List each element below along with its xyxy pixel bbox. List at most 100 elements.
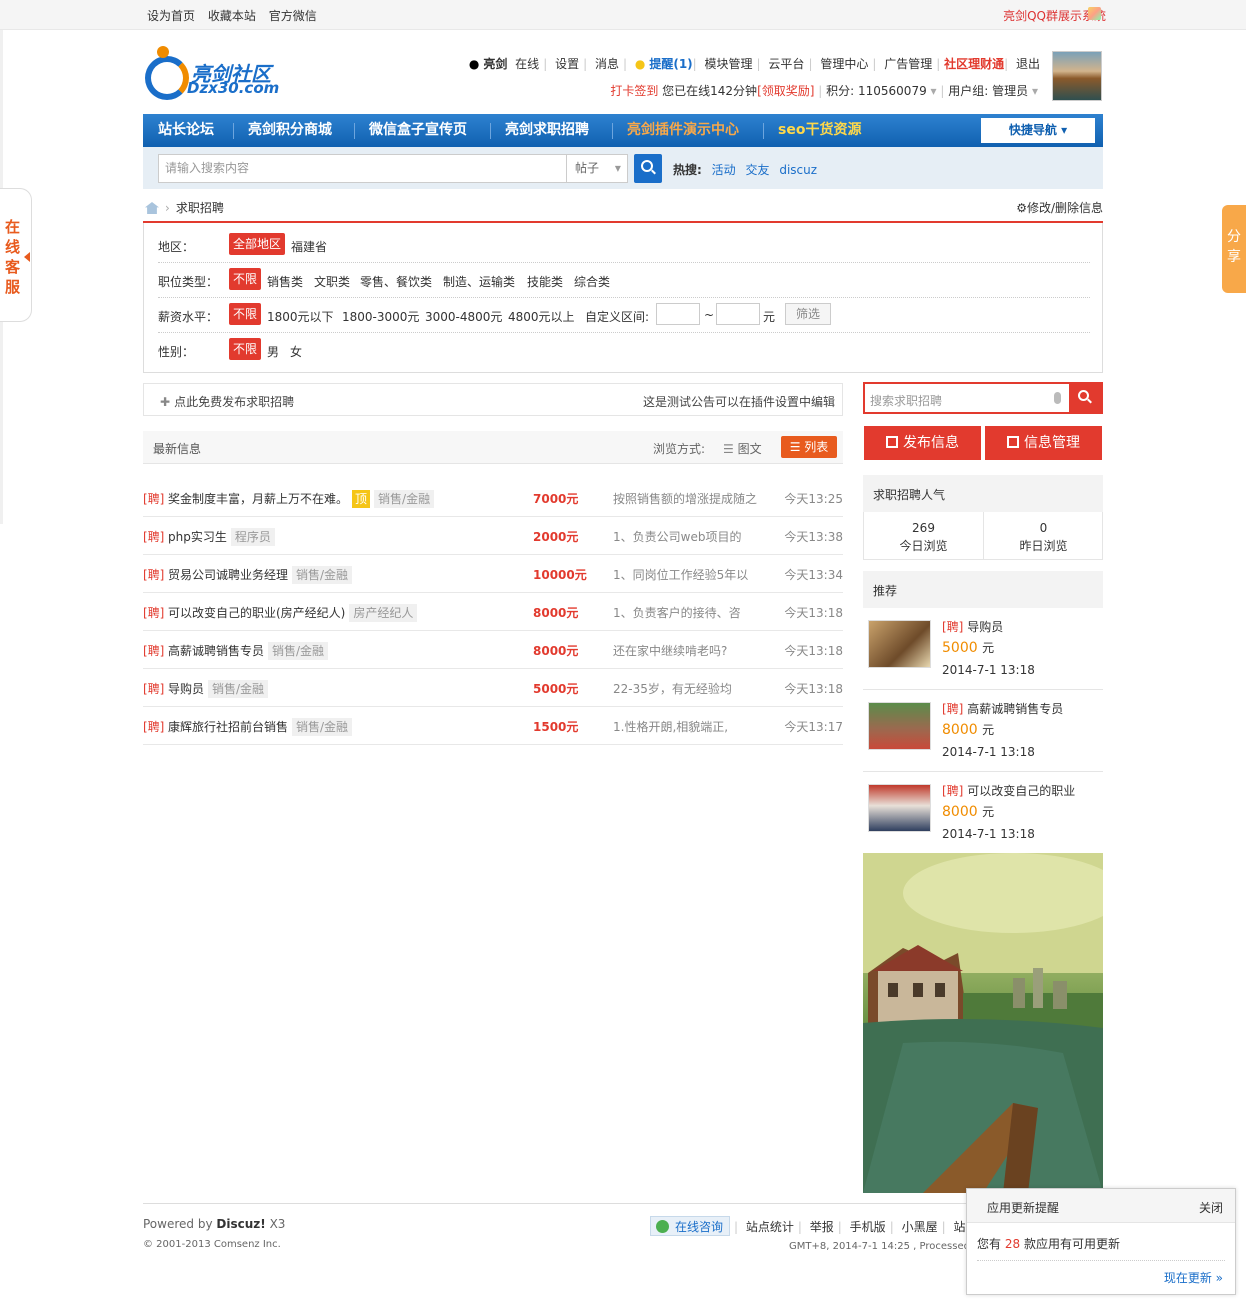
grid-view-button[interactable]: ☰ 图文 <box>723 440 762 457</box>
share-tab[interactable]: 分享 <box>1222 205 1246 293</box>
thumbnail[interactable] <box>868 784 931 832</box>
footer-link[interactable]: 小黑屋 <box>902 1220 938 1234</box>
breadcrumb-current[interactable]: 求职招聘 <box>176 201 224 215</box>
ad-banner-image[interactable] <box>863 853 1103 1193</box>
points-chevron-icon[interactable]: ▾ <box>931 84 937 98</box>
search-input[interactable]: 请输入搜索内容 <box>158 154 628 183</box>
update-now-link[interactable]: 现在更新 » <box>1164 1269 1223 1286</box>
nav-item-seo[interactable]: seo干货资源 <box>778 114 861 147</box>
nav-item-jobs[interactable]: 亮剑求职招聘 <box>505 114 589 147</box>
job-search-input[interactable]: 搜索求职招聘 <box>863 382 1103 414</box>
table-row[interactable]: [聘] 康辉旅行社招前台销售 销售/金融 1500元 1.性格开朗,相貌端正, 今… <box>143 707 843 745</box>
table-row[interactable]: [聘] 高薪诚聘销售专员 销售/金融 8000元 还在家中继续啃老吗? 今天13:… <box>143 631 843 669</box>
footer-link[interactable]: 举报 <box>810 1220 834 1234</box>
category-tag[interactable]: 销售/金融 <box>374 490 435 508</box>
discuz-link[interactable]: Discuz! <box>216 1217 265 1231</box>
list-item[interactable]: [聘] 导购员 5000 元 2014-7-1 13:18 <box>863 608 1103 690</box>
footer-link[interactable]: 站点统计 <box>746 1220 794 1234</box>
filter-option[interactable]: 4800元以上 <box>508 308 575 325</box>
home-icon[interactable] <box>145 202 159 214</box>
table-row[interactable]: [聘] 导购员 销售/金融 5000元 22-35岁，有无经验均 今天13:18 <box>143 669 843 707</box>
thumbnail[interactable] <box>868 620 931 668</box>
thumbnail[interactable] <box>868 702 931 750</box>
list-item[interactable]: [聘] 可以改变自己的职业 8000 元 2014-7-1 13:18 <box>863 772 1103 854</box>
job-search-button[interactable] <box>1069 384 1101 412</box>
filter-option[interactable]: 福建省 <box>291 238 327 255</box>
avatar[interactable] <box>1052 51 1102 101</box>
recommend-title-link[interactable]: 高薪诚聘销售专员 <box>967 702 1063 716</box>
remind-link[interactable]: 提醒(1) <box>649 57 692 71</box>
manage-info-button[interactable]: 信息管理 <box>985 426 1102 460</box>
filter-option[interactable]: 零售、餐饮类 <box>360 273 432 290</box>
salary-max-input[interactable] <box>716 303 760 325</box>
filter-option[interactable]: 1800元以下 <box>267 308 334 325</box>
filter-button[interactable]: 筛选 <box>785 303 831 325</box>
category-tag[interactable]: 程序员 <box>230 528 275 546</box>
filter-option[interactable]: 1800-3000元 <box>342 308 419 325</box>
module-manage-link[interactable]: 模块管理 <box>705 57 753 71</box>
table-row[interactable]: [聘] 奖金制度丰富，月薪上万不在难。顶销售/金融 7000元 按照销售额的增涨… <box>143 479 843 517</box>
group-chevron-icon[interactable]: ▾ <box>1032 84 1038 98</box>
reward-link[interactable]: [领取奖励] <box>757 84 814 98</box>
listing-title[interactable]: 可以改变自己的职业(房产经纪人) <box>168 606 345 620</box>
listing-title[interactable]: 高薪诚聘销售专员 <box>168 644 264 658</box>
checkin-link[interactable]: 打卡签到 <box>610 84 658 98</box>
hot-word[interactable]: 交友 <box>745 163 769 177</box>
footer-link[interactable]: 手机版 <box>850 1220 886 1234</box>
site-logo[interactable]: 亮剑社区 Dzx30.com <box>143 46 279 100</box>
nav-item-wechat[interactable]: 微信盒子宣传页 <box>369 114 467 147</box>
filter-option[interactable]: 销售类 <box>267 273 303 290</box>
points[interactable]: 积分: 110560079 <box>826 84 927 98</box>
hot-word[interactable]: 活动 <box>712 163 736 177</box>
filter-option-selected[interactable]: 不限 <box>229 338 262 360</box>
user-group[interactable]: 用户组: 管理员 <box>948 84 1028 98</box>
nav-item-forum[interactable]: 站长论坛 <box>158 114 214 147</box>
online-consult-button[interactable]: 在线咨询 <box>650 1216 731 1236</box>
salary-min-input[interactable] <box>656 303 700 325</box>
filter-option-selected[interactable]: 不限 <box>229 303 262 325</box>
admin-center-link[interactable]: 管理中心 <box>820 57 868 71</box>
filter-option[interactable]: 制造、运输类 <box>443 273 515 290</box>
category-tag[interactable]: 销售/金融 <box>292 718 353 736</box>
footer-link[interactable]: 站 <box>953 1220 965 1234</box>
logout-link[interactable]: 退出 <box>1016 57 1040 71</box>
username[interactable]: 亮剑 <box>483 57 507 71</box>
recommend-title-link[interactable]: 可以改变自己的职业 <box>967 784 1075 798</box>
listing-title[interactable]: 贸易公司诚聘业务经理 <box>168 568 288 582</box>
listing-title[interactable]: 康辉旅行社招前台销售 <box>168 720 288 734</box>
table-row[interactable]: [聘] 贸易公司诚聘业务经理 销售/金融 10000元 1、同岗位工作经验5年以 … <box>143 555 843 593</box>
quick-nav-button[interactable]: 快捷导航 ▾ <box>981 118 1095 143</box>
category-tag[interactable]: 销售/金融 <box>268 642 329 660</box>
colorful-icon[interactable] <box>1088 7 1101 20</box>
table-row[interactable]: [聘] php实习生 程序员 2000元 1、负责公司web项目的 今天13:38 <box>143 517 843 555</box>
bookmark-link[interactable]: 收藏本站 <box>208 9 256 23</box>
filter-option-selected[interactable]: 不限 <box>229 268 262 290</box>
ad-manage-link[interactable]: 广告管理 <box>884 57 932 71</box>
listing-title[interactable]: 奖金制度丰富，月薪上万不在难。 <box>168 492 348 506</box>
mic-icon[interactable] <box>1054 392 1061 404</box>
list-item[interactable]: [聘] 高薪诚聘销售专员 8000 元 2014-7-1 13:18 <box>863 690 1103 772</box>
settings-link[interactable]: 设置 <box>555 57 579 71</box>
table-row[interactable]: [聘] 可以改变自己的职业(房产经纪人) 房产经纪人 8000元 1、负责客户的接… <box>143 593 843 631</box>
official-wechat-link[interactable]: 官方微信 <box>269 9 317 23</box>
finance-link[interactable]: 社区理财通 <box>944 57 1004 71</box>
filter-option[interactable]: 男 <box>267 343 279 360</box>
category-tag[interactable]: 销售/金融 <box>292 566 353 584</box>
filter-option[interactable]: 3000-4800元 <box>425 308 502 325</box>
cloud-platform-link[interactable]: 云平台 <box>768 57 804 71</box>
search-button[interactable] <box>634 154 662 183</box>
free-publish-link[interactable]: ✚ 点此免费发布求职招聘 <box>160 393 294 410</box>
listing-title[interactable]: 导购员 <box>168 682 204 696</box>
hot-word[interactable]: discuz <box>779 163 817 177</box>
edit-info-link[interactable]: ⚙修改/删除信息 <box>1016 199 1103 216</box>
recommend-title-link[interactable]: 导购员 <box>967 620 1003 634</box>
list-view-button[interactable]: ☰ 列表 <box>781 436 837 458</box>
nav-item-mall[interactable]: 亮剑积分商城 <box>248 114 332 147</box>
filter-option[interactable]: 文职类 <box>314 273 350 290</box>
nav-item-plugins[interactable]: 亮剑插件演示中心 <box>627 114 739 147</box>
filter-option[interactable]: 综合类 <box>574 273 610 290</box>
set-homepage-link[interactable]: 设为首页 <box>147 9 195 23</box>
search-type-select[interactable]: 帖子 ▾ <box>566 154 628 183</box>
messages-link[interactable]: 消息 <box>595 57 619 71</box>
online-service-tab[interactable]: 在线客服 <box>0 188 32 322</box>
